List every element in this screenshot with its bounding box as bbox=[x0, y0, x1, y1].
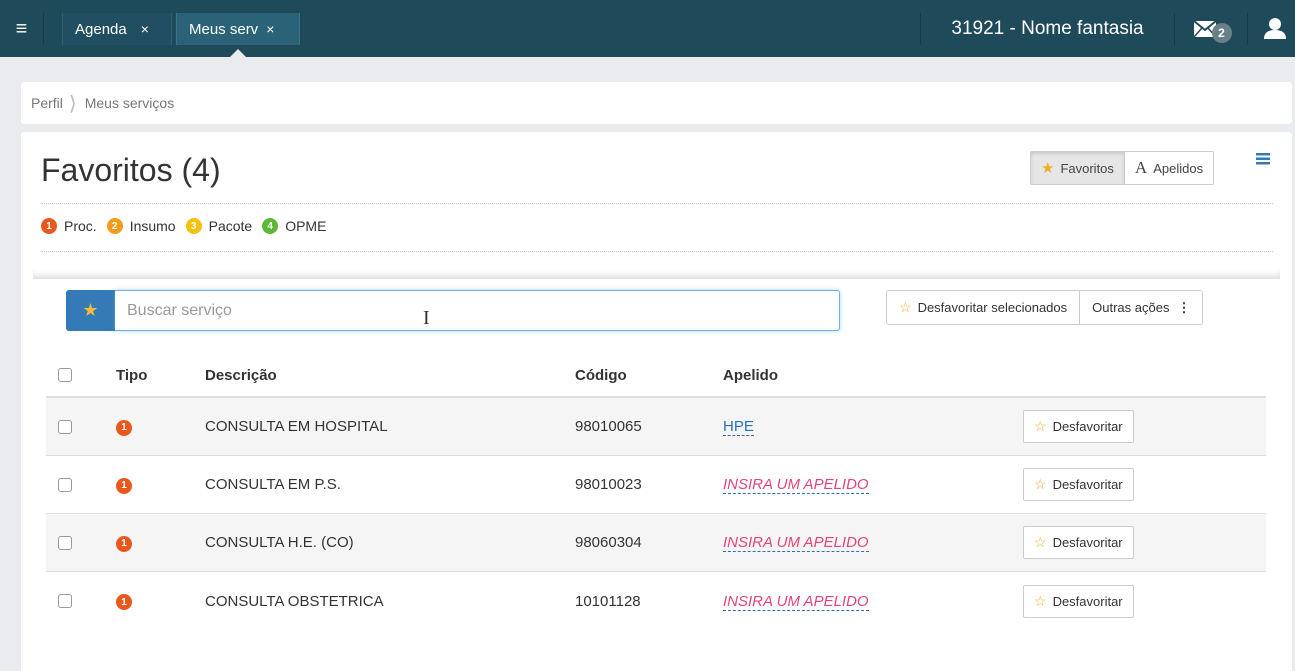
button-label: Desfavoritar bbox=[1052, 535, 1123, 550]
tipo-badge: 1 bbox=[116, 535, 132, 552]
star-icon[interactable]: ★ bbox=[66, 290, 115, 331]
breadcrumb-separator-icon: ⟩ bbox=[68, 92, 77, 115]
header-shadow bbox=[33, 269, 1280, 279]
tipo-badge: 1 bbox=[116, 477, 132, 494]
search-input[interactable] bbox=[115, 290, 840, 331]
bulk-actions: ☆ Desfavoritar selecionados Outras ações… bbox=[886, 290, 1204, 325]
row-descricao: CONSULTA H.E. (CO) bbox=[205, 534, 354, 551]
legend-item-pacote: 3 Pacote bbox=[185, 218, 253, 234]
legend-dot: 2 bbox=[106, 218, 123, 234]
legend-label: OPME bbox=[285, 218, 327, 234]
button-label: Desfavoritar bbox=[1052, 477, 1123, 492]
clinic-name[interactable]: 31921 - Nome fantasia bbox=[920, 13, 1175, 45]
tab-label: Agenda bbox=[75, 20, 127, 38]
unfavorite-button[interactable]: ☆ Desfavoritar bbox=[1023, 468, 1134, 501]
tab-label: Meus serv bbox=[189, 20, 259, 38]
alias-link[interactable]: INSIRA UM APELIDO bbox=[723, 592, 869, 611]
list-icon[interactable] bbox=[1256, 153, 1270, 165]
type-legend: 1 Proc. 2 Insumo 3 Pacote 4 OPME bbox=[41, 218, 336, 234]
view-option-label: Apelidos bbox=[1153, 160, 1204, 176]
unfavorite-button[interactable]: ☆ Desfavoritar bbox=[1023, 526, 1134, 559]
header-apelido: Apelido bbox=[723, 366, 778, 384]
alias-link[interactable]: HPE bbox=[723, 418, 754, 436]
star-outline-icon: ☆ bbox=[1034, 418, 1047, 434]
star-icon: ★ bbox=[1041, 160, 1055, 177]
view-apelidos-button[interactable]: A Apelidos bbox=[1125, 152, 1213, 184]
divider bbox=[41, 203, 1273, 204]
table-row: 1 CONSULTA H.E. (CO) 98060304 INSIRA UM … bbox=[46, 514, 1266, 572]
table-row: 1 CONSULTA EM P.S. 98010023 INSIRA UM AP… bbox=[46, 456, 1266, 514]
unfavorite-button[interactable]: ☆ Desfavoritar bbox=[1023, 584, 1134, 618]
row-checkbox[interactable] bbox=[58, 419, 72, 434]
button-label: Desfavoritar bbox=[1052, 419, 1123, 434]
top-bar: ≡ Agenda × Meus serv × 31921 - Nome fant… bbox=[0, 0, 1295, 58]
letter-a-icon: A bbox=[1134, 158, 1148, 177]
row-descricao: CONSULTA EM HOSPITAL bbox=[205, 418, 388, 435]
tipo-badge: 1 bbox=[116, 419, 132, 436]
table-row: 1 CONSULTA EM HOSPITAL 98010065 HPE ☆ De… bbox=[46, 398, 1266, 456]
tab-agenda[interactable]: Agenda × bbox=[62, 13, 172, 45]
row-codigo: 98010023 bbox=[575, 476, 642, 493]
row-checkbox[interactable] bbox=[58, 535, 72, 550]
star-outline-icon: ☆ bbox=[899, 299, 912, 315]
main-panel: Favoritos (4) ★ Favoritos A Apelidos 1 P… bbox=[21, 132, 1292, 671]
row-codigo: 98010065 bbox=[575, 418, 642, 435]
legend-item-proc: 1 Proc. bbox=[41, 218, 97, 234]
legend-dot: 1 bbox=[41, 218, 57, 234]
button-label: Outras ações bbox=[1092, 300, 1170, 315]
close-icon[interactable]: × bbox=[141, 21, 149, 37]
select-all-checkbox[interactable] bbox=[58, 368, 72, 382]
services-table: Tipo Descrição Código Apelido 1 CONSULTA… bbox=[46, 354, 1266, 630]
view-toggle: ★ Favoritos A Apelidos bbox=[1030, 151, 1215, 185]
breadcrumb: Perfil ⟩ Meus serviços bbox=[21, 82, 1292, 124]
star-outline-icon: ☆ bbox=[1034, 476, 1047, 492]
button-label: Desfavoritar selecionados bbox=[917, 300, 1068, 315]
row-descricao: CONSULTA EM P.S. bbox=[205, 476, 341, 493]
kebab-icon: ⋮ bbox=[1177, 299, 1191, 315]
hamburger-icon[interactable]: ≡ bbox=[0, 13, 44, 45]
search-group: ★ bbox=[66, 290, 840, 331]
view-option-label: Favoritos bbox=[1060, 160, 1114, 176]
unfavorite-selected-button[interactable]: ☆ Desfavoritar selecionados bbox=[887, 291, 1081, 324]
legend-item-opme: 4 OPME bbox=[262, 218, 326, 234]
legend-label: Pacote bbox=[208, 218, 253, 234]
row-checkbox[interactable] bbox=[58, 477, 72, 492]
header-descricao: Descrição bbox=[205, 366, 277, 384]
legend-dot: 3 bbox=[185, 218, 202, 234]
tipo-badge: 1 bbox=[116, 594, 132, 611]
row-checkbox[interactable] bbox=[58, 594, 72, 608]
user-icon[interactable] bbox=[1264, 17, 1286, 39]
breadcrumb-item-meus-servicos: Meus serviços bbox=[84, 95, 175, 111]
view-favoritos-button[interactable]: ★ Favoritos bbox=[1031, 152, 1125, 184]
legend-dot: 4 bbox=[262, 218, 279, 234]
mail-count-badge: 2 bbox=[1211, 23, 1232, 43]
active-tab-caret bbox=[229, 49, 247, 58]
breadcrumb-item-perfil[interactable]: Perfil bbox=[31, 95, 63, 111]
star-outline-icon: ☆ bbox=[1034, 592, 1047, 609]
legend-item-insumo: 2 Insumo bbox=[106, 218, 176, 234]
row-codigo: 10101128 bbox=[575, 592, 641, 610]
divider bbox=[41, 251, 1273, 252]
text-cursor-icon: I bbox=[423, 307, 430, 329]
tab-meus-servicos[interactable]: Meus serv × bbox=[176, 13, 300, 45]
header-tipo: Tipo bbox=[116, 366, 148, 384]
legend-label: Insumo bbox=[129, 218, 176, 234]
star-outline-icon: ☆ bbox=[1034, 534, 1047, 550]
page-title: Favoritos (4) bbox=[41, 152, 221, 188]
header-codigo: Código bbox=[575, 366, 627, 384]
close-icon[interactable]: × bbox=[266, 21, 274, 37]
alias-link[interactable]: INSIRA UM APELIDO bbox=[723, 476, 869, 494]
button-label: Desfavoritar bbox=[1052, 593, 1123, 609]
mail-button[interactable]: 2 bbox=[1178, 13, 1248, 45]
table-row: 1 CONSULTA OBSTETRICA 10101128 INSIRA UM… bbox=[46, 572, 1266, 630]
alias-link[interactable]: INSIRA UM APELIDO bbox=[723, 534, 869, 552]
table-header: Tipo Descrição Código Apelido bbox=[46, 354, 1266, 398]
row-codigo: 98060304 bbox=[575, 534, 642, 551]
unfavorite-button[interactable]: ☆ Desfavoritar bbox=[1023, 410, 1134, 443]
other-actions-button[interactable]: Outras ações ⋮ bbox=[1080, 291, 1203, 324]
legend-label: Proc. bbox=[64, 218, 97, 234]
row-descricao: CONSULTA OBSTETRICA bbox=[205, 592, 384, 610]
